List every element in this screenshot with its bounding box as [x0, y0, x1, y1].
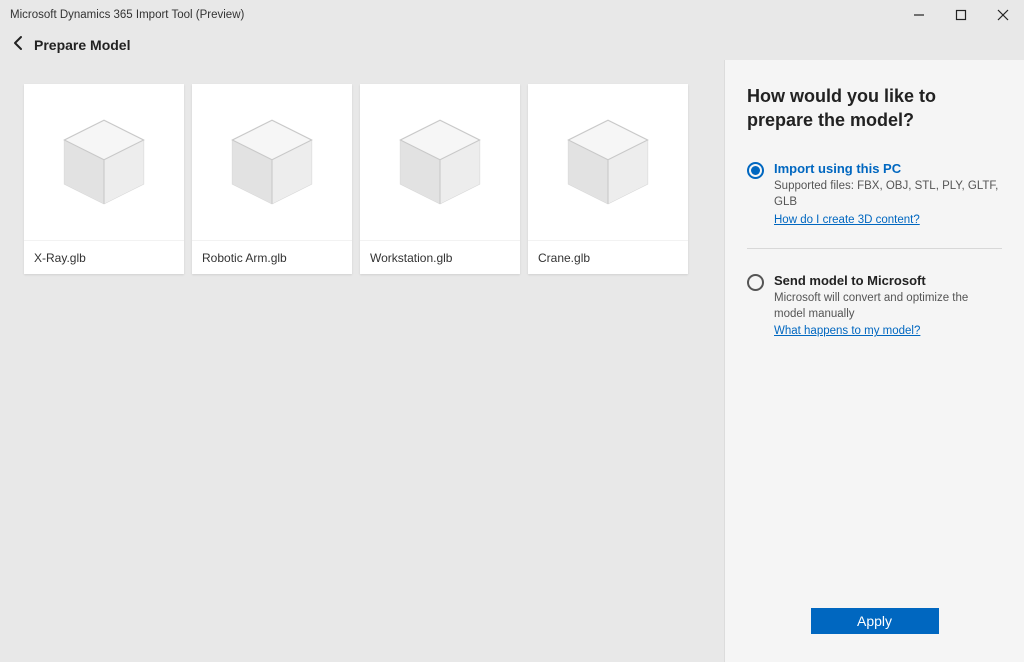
- apply-button[interactable]: Apply: [811, 608, 939, 634]
- option-help-link[interactable]: What happens to my model?: [774, 325, 920, 337]
- model-card[interactable]: Workstation.glb: [360, 84, 520, 274]
- option-import-pc[interactable]: Import using this PC Supported files: FB…: [747, 155, 1002, 244]
- option-description: Microsoft will convert and optimize the …: [774, 291, 1002, 322]
- maximize-button[interactable]: [940, 0, 982, 30]
- page-header: Prepare Model: [0, 30, 1024, 60]
- window-controls: [898, 0, 1024, 30]
- window-title: Microsoft Dynamics 365 Import Tool (Prev…: [10, 9, 244, 21]
- content-area: X-Ray.glb Robotic Arm.glb: [0, 60, 1024, 662]
- title-bar: Microsoft Dynamics 365 Import Tool (Prev…: [0, 0, 1024, 30]
- close-button[interactable]: [982, 0, 1024, 30]
- model-filename: Workstation.glb: [360, 240, 520, 274]
- back-arrow-icon[interactable]: [10, 35, 26, 55]
- cube-icon: [49, 107, 159, 217]
- model-thumbnail: [24, 84, 184, 240]
- model-filename: X-Ray.glb: [24, 240, 184, 274]
- divider: [747, 248, 1002, 249]
- cube-icon: [553, 107, 663, 217]
- cube-icon: [217, 107, 327, 217]
- option-help-link[interactable]: How do I create 3D content?: [774, 214, 920, 226]
- model-filename: Crane.glb: [528, 240, 688, 274]
- preparation-panel: How would you like to prepare the model?…: [724, 60, 1024, 662]
- minimize-button[interactable]: [898, 0, 940, 30]
- model-grid: X-Ray.glb Robotic Arm.glb: [24, 84, 700, 274]
- option-title: Import using this PC: [774, 161, 1002, 178]
- model-card[interactable]: Robotic Arm.glb: [192, 84, 352, 274]
- model-filename: Robotic Arm.glb: [192, 240, 352, 274]
- cube-icon: [385, 107, 495, 217]
- model-thumbnail: [528, 84, 688, 240]
- model-card[interactable]: Crane.glb: [528, 84, 688, 274]
- radio-unselected-icon[interactable]: [747, 274, 764, 291]
- model-thumbnail: [192, 84, 352, 240]
- page-title: Prepare Model: [34, 37, 130, 53]
- model-card[interactable]: X-Ray.glb: [24, 84, 184, 274]
- option-description: Supported files: FBX, OBJ, STL, PLY, GLT…: [774, 179, 1002, 210]
- model-thumbnail: [360, 84, 520, 240]
- panel-heading: How would you like to prepare the model?: [747, 84, 1002, 133]
- option-title: Send model to Microsoft: [774, 273, 1002, 290]
- option-send-microsoft[interactable]: Send model to Microsoft Microsoft will c…: [747, 267, 1002, 356]
- model-grid-area: X-Ray.glb Robotic Arm.glb: [0, 60, 724, 662]
- radio-selected-icon[interactable]: [747, 162, 764, 179]
